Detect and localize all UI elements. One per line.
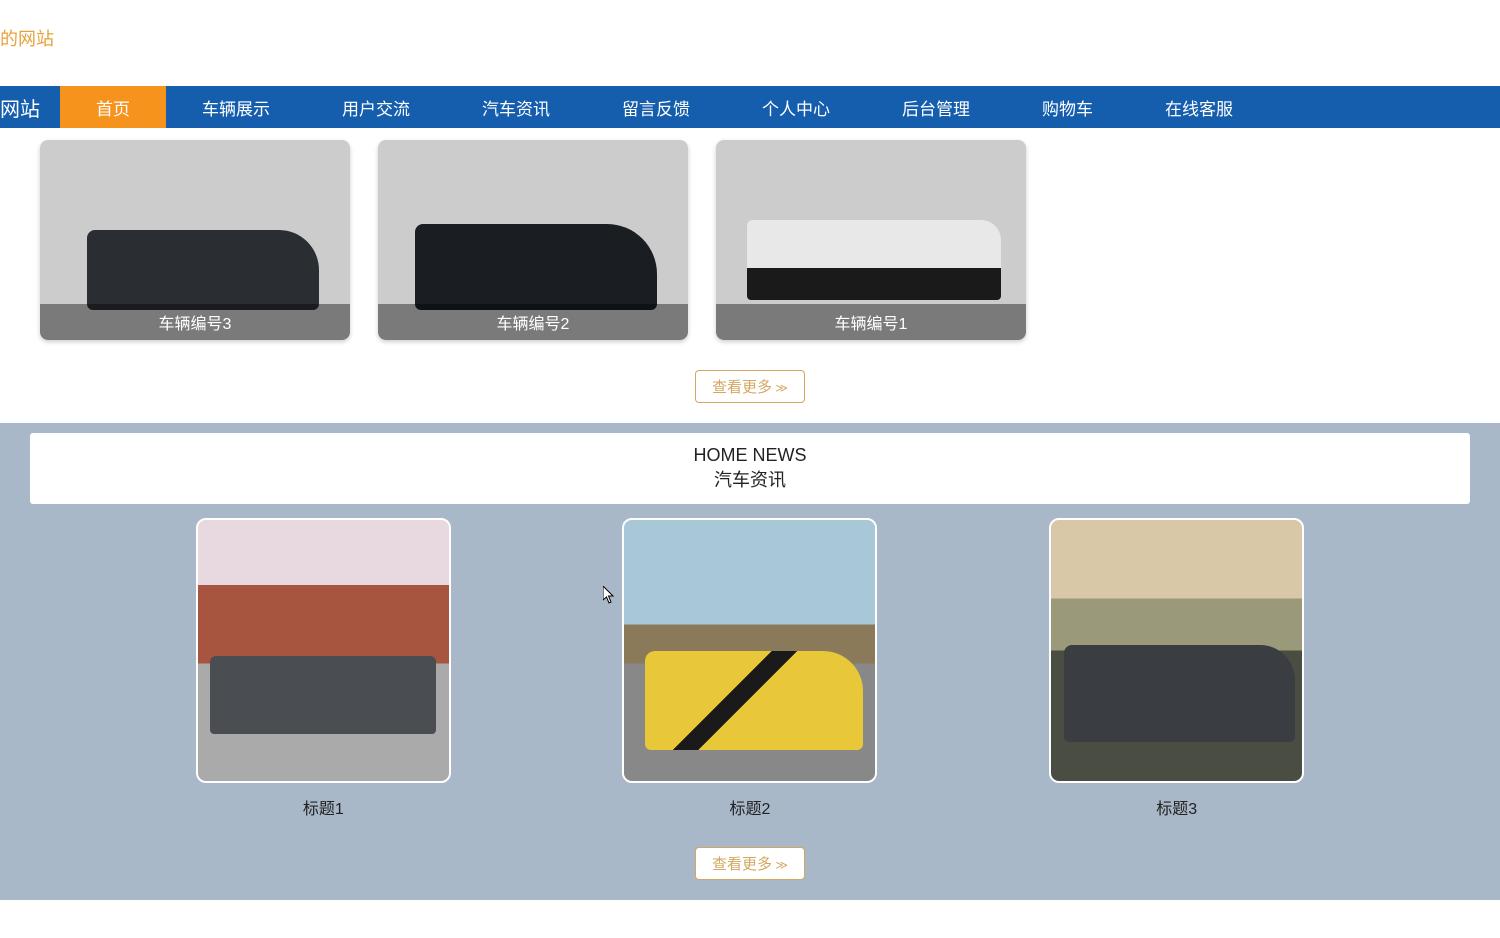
news-image [622, 518, 877, 783]
vehicle-showcase-section: 车辆编号3 车辆编号2 车辆编号1 [0, 128, 1500, 360]
nav-vehicle-display[interactable]: 车辆展示 [166, 86, 306, 128]
news-image [1049, 518, 1304, 783]
news-header-zh: 汽车资讯 [30, 466, 1470, 492]
view-more-button[interactable]: 查看更多 [695, 370, 805, 403]
site-title: 的网站 [0, 0, 1500, 86]
news-title: 标题1 [196, 795, 451, 827]
vehicle-card[interactable]: 车辆编号3 [40, 140, 350, 340]
nav-auto-news[interactable]: 汽车资讯 [446, 86, 586, 128]
news-grid: 标题1 标题2 标题3 [10, 518, 1490, 827]
nav-brand: 网站 [0, 93, 60, 122]
nav-home[interactable]: 首页 [60, 86, 166, 128]
news-card[interactable]: 标题1 [196, 518, 451, 827]
news-header: HOME NEWS 汽车资讯 [30, 433, 1470, 504]
nav-feedback[interactable]: 留言反馈 [586, 86, 726, 128]
news-title: 标题3 [1049, 795, 1304, 827]
vehicle-view-more-wrap: 查看更多 [0, 360, 1500, 423]
nav-admin[interactable]: 后台管理 [866, 86, 1006, 128]
news-header-en: HOME NEWS [30, 445, 1470, 466]
view-more-button[interactable]: 查看更多 [695, 847, 805, 880]
vehicle-label: 车辆编号2 [378, 304, 688, 340]
news-section: HOME NEWS 汽车资讯 标题1 标题2 标题3 查看更多 [0, 423, 1500, 900]
vehicle-card[interactable]: 车辆编号2 [378, 140, 688, 340]
vehicle-label: 车辆编号1 [716, 304, 1026, 340]
main-navbar: 网站 首页 车辆展示 用户交流 汽车资讯 留言反馈 个人中心 后台管理 购物车 … [0, 86, 1500, 128]
nav-cart[interactable]: 购物车 [1006, 86, 1129, 128]
news-image [196, 518, 451, 783]
nav-user-exchange[interactable]: 用户交流 [306, 86, 446, 128]
news-card[interactable]: 标题3 [1049, 518, 1304, 827]
nav-customer-service[interactable]: 在线客服 [1129, 86, 1269, 128]
vehicle-card[interactable]: 车辆编号1 [716, 140, 1026, 340]
news-view-more-wrap: 查看更多 [10, 827, 1490, 890]
vehicle-label: 车辆编号3 [40, 304, 350, 340]
news-card[interactable]: 标题2 [622, 518, 877, 827]
nav-personal-center[interactable]: 个人中心 [726, 86, 866, 128]
news-title: 标题2 [622, 795, 877, 827]
